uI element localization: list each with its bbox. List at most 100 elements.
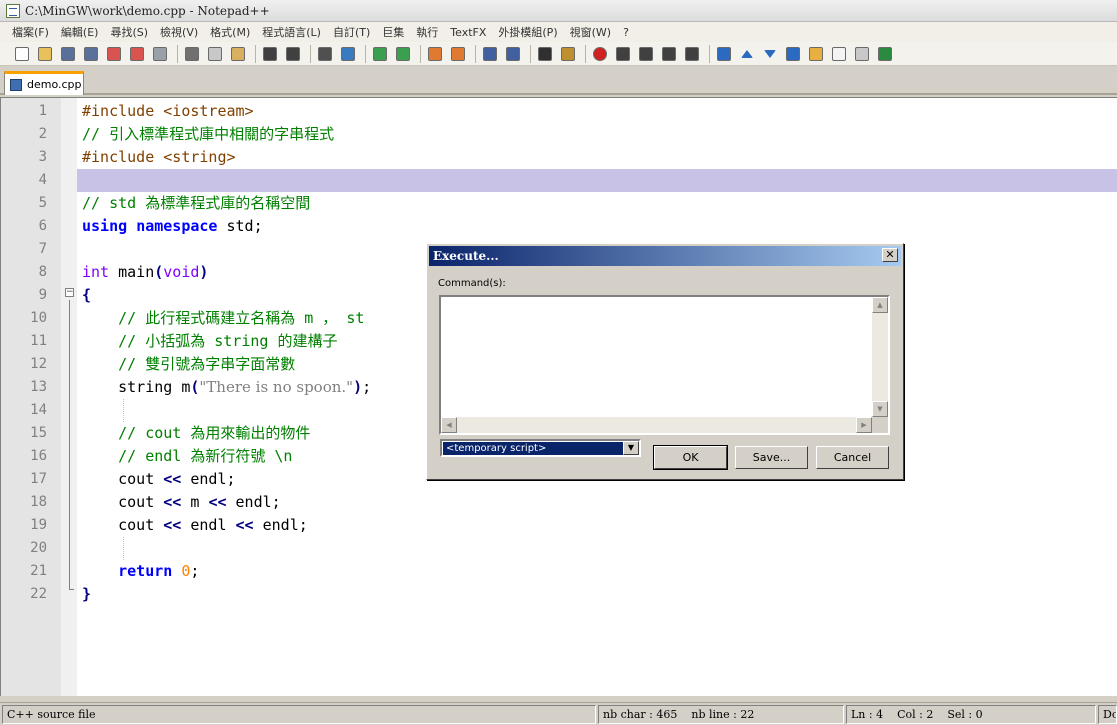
code-line[interactable]: // 引入標準程式庫中相關的字串程式 <box>77 123 1117 146</box>
play-macro-icon[interactable] <box>636 44 656 64</box>
indent-guide-icon[interactable] <box>535 44 555 64</box>
script-select[interactable]: <temporary script> ▼ <box>440 439 641 457</box>
line-number: 16 <box>30 448 47 464</box>
expand-all-icon[interactable] <box>783 44 803 64</box>
word-wrap-icon[interactable] <box>480 44 500 64</box>
horizontal-scrollbar[interactable]: ◀ ▶ <box>441 417 872 433</box>
replace-icon[interactable] <box>338 44 358 64</box>
menu-item[interactable]: 自訂(T) <box>327 24 376 40</box>
open-file-icon[interactable] <box>35 44 55 64</box>
code-line[interactable]: return 0; <box>77 560 1117 583</box>
run-macro-multiple-icon[interactable] <box>659 44 679 64</box>
scroll-left-icon[interactable]: ◀ <box>441 417 457 433</box>
line-number: 13 <box>30 379 47 395</box>
find-icon-glyph <box>318 46 332 61</box>
sync-vertical-icon[interactable] <box>425 44 445 64</box>
scroll-up-icon[interactable]: ▲ <box>872 297 888 313</box>
move-up-icon[interactable] <box>737 44 757 64</box>
menu-item[interactable]: 編輯(E) <box>55 24 105 40</box>
code-token: void <box>163 263 200 281</box>
line-number: 2 <box>38 126 47 142</box>
cancel-button[interactable]: Cancel <box>816 446 889 469</box>
collapse-all-icon-glyph <box>717 46 731 61</box>
code-token: // cout 為用來輸出的物件 <box>118 424 311 442</box>
zoom-in-icon-glyph <box>373 46 387 61</box>
show-all-chars-icon[interactable] <box>503 44 523 64</box>
sync-horizontal-icon[interactable] <box>448 44 468 64</box>
toolbar-separator <box>475 44 476 63</box>
open-folder-icon[interactable] <box>806 44 826 64</box>
code-line[interactable]: #include <string> <box>77 146 1117 169</box>
menu-item[interactable]: 檔案(F) <box>6 24 55 40</box>
menu-item[interactable]: 外掛模組(P) <box>492 24 563 40</box>
new-file-icon[interactable] <box>12 44 32 64</box>
stop-macro-icon[interactable] <box>613 44 633 64</box>
collapse-all-icon[interactable] <box>714 44 734 64</box>
language-icon[interactable] <box>558 44 578 64</box>
code-token: #include <string> <box>82 148 236 166</box>
scroll-down-icon[interactable]: ▼ <box>872 401 888 417</box>
copy-icon[interactable] <box>205 44 225 64</box>
code-token: // std 為標準程式庫的名稱空間 <box>82 194 311 212</box>
chevron-down-icon[interactable]: ▼ <box>623 441 639 455</box>
menu-item[interactable]: 程式語言(L) <box>256 24 327 40</box>
undo-icon[interactable] <box>260 44 280 64</box>
paste-icon[interactable] <box>228 44 248 64</box>
find-icon[interactable] <box>315 44 335 64</box>
save-button[interactable]: Save... <box>735 446 808 469</box>
line-number: 5 <box>38 195 47 211</box>
spellcheck-icon[interactable] <box>875 44 895 64</box>
zoom-in-icon[interactable] <box>370 44 390 64</box>
preview-icon-glyph <box>855 46 869 61</box>
menu-item[interactable]: 巨集 <box>376 24 410 40</box>
code-line[interactable]: // std 為標準程式庫的名稱空間 <box>77 192 1117 215</box>
record-macro-icon[interactable] <box>590 44 610 64</box>
print-icon-glyph <box>153 46 167 61</box>
record-macro-icon-glyph <box>593 46 607 61</box>
code-line[interactable]: #include <iostream> <box>77 100 1117 123</box>
code-line[interactable] <box>77 537 1117 560</box>
preview-icon[interactable] <box>852 44 872 64</box>
menu-item[interactable]: 檢視(V) <box>154 24 204 40</box>
menu-item[interactable]: 執行 <box>410 24 444 40</box>
code-token: #include <iostream> <box>82 102 254 120</box>
close-icon[interactable]: ✕ <box>882 248 898 262</box>
toolbar-separator <box>310 44 311 63</box>
vertical-scrollbar[interactable]: ▲ ▼ <box>872 297 888 417</box>
move-down-icon[interactable] <box>760 44 780 64</box>
tab-demo-cpp[interactable]: demo.cpp <box>4 71 84 95</box>
save-all-icon[interactable] <box>81 44 101 64</box>
scroll-right-icon[interactable]: ▶ <box>856 417 872 433</box>
status-position: Ln : 4 Col : 2 Sel : 0 <box>846 705 1096 724</box>
code-token: std; <box>217 217 263 235</box>
fold-end <box>69 589 74 590</box>
save-icon[interactable] <box>58 44 78 64</box>
save-macro-icon[interactable] <box>682 44 702 64</box>
toolbar <box>0 42 1117 66</box>
code-line[interactable]: using namespace std; <box>77 215 1117 238</box>
code-line[interactable]: cout << endl << endl; <box>77 514 1117 537</box>
print-icon[interactable] <box>150 44 170 64</box>
dialog-title-bar[interactable]: Execute... ✕ <box>429 246 901 266</box>
code-line[interactable]: cout << m << endl; <box>77 491 1117 514</box>
zoom-out-icon[interactable] <box>393 44 413 64</box>
menu-item[interactable]: TextFX <box>444 26 492 39</box>
console-icon[interactable] <box>829 44 849 64</box>
fold-toggle-main[interactable]: − <box>65 288 74 297</box>
cut-icon[interactable] <box>182 44 202 64</box>
menu-item[interactable]: 格式(M) <box>204 24 256 40</box>
redo-icon[interactable] <box>283 44 303 64</box>
code-line[interactable]: } <box>77 583 1117 606</box>
menu-item[interactable]: 尋找(S) <box>104 24 154 40</box>
close-all-icon[interactable] <box>127 44 147 64</box>
menu-item[interactable]: 視窗(W) <box>564 24 617 40</box>
ok-button[interactable]: OK <box>653 445 728 470</box>
close-icon[interactable] <box>104 44 124 64</box>
code-token: // 引入標準程式庫中相關的字串程式 <box>82 125 335 143</box>
code-line[interactable] <box>77 169 1117 192</box>
code-token: endl; <box>253 516 308 534</box>
code-token: } <box>82 585 92 603</box>
commands-textarea[interactable]: ▲ ▼ ◀ ▶ <box>439 295 890 435</box>
menu-item[interactable]: ? <box>617 26 635 39</box>
